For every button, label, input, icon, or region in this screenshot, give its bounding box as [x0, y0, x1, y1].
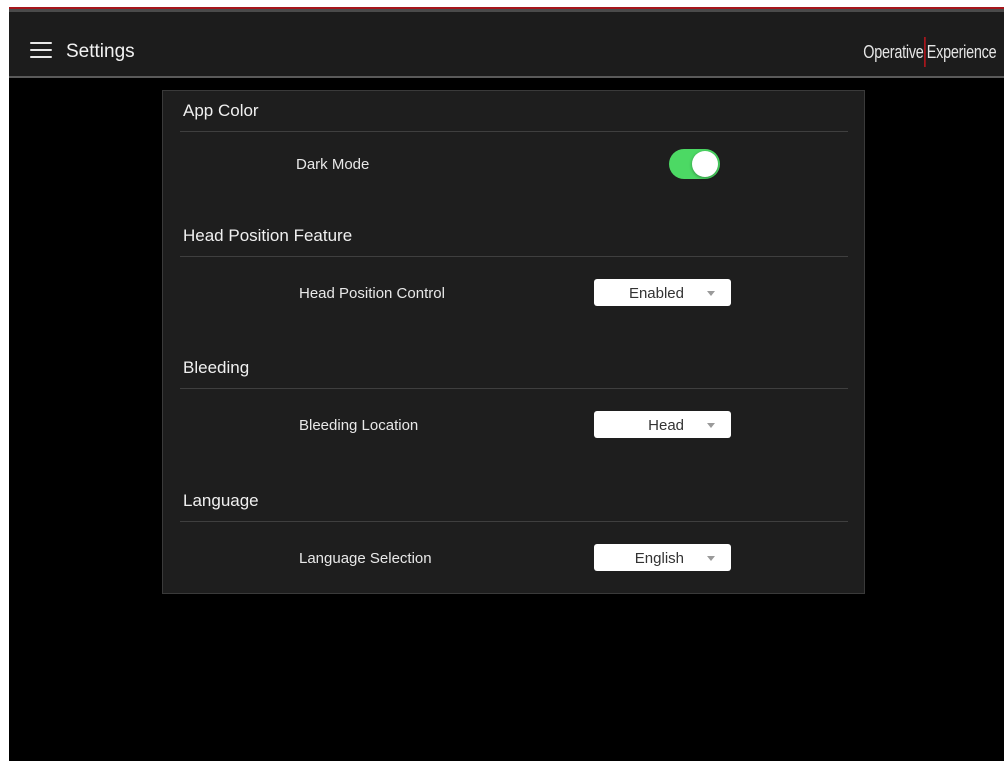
- section-title-app-color: App Color: [183, 101, 259, 120]
- section-divider: [180, 131, 848, 132]
- select-value: Enabled: [628, 285, 684, 302]
- logo-text-right: Experience: [926, 41, 996, 62]
- hamburger-menu-icon[interactable]: [30, 42, 52, 58]
- select-value: English: [634, 550, 684, 567]
- bleeding-location-label: Bleeding Location: [299, 417, 419, 434]
- language-selection-select[interactable]: English: [594, 544, 731, 571]
- chevron-down-icon: [707, 556, 715, 561]
- chevron-down-icon: [707, 291, 715, 296]
- logo-divider: [923, 37, 926, 67]
- section-title-head-position: Head Position Feature: [183, 226, 353, 245]
- dark-mode-toggle[interactable]: [669, 149, 720, 179]
- page-title: Settings: [66, 41, 135, 62]
- section-divider: [180, 521, 848, 522]
- app-header: Settings Operative Experience: [9, 12, 1004, 78]
- app-window: Settings Operative Experience App Color D…: [9, 7, 1004, 761]
- brand-logo: Operative Experience: [862, 37, 996, 68]
- section-divider: [180, 256, 848, 257]
- logo-text-left: Operative: [862, 41, 924, 62]
- section-title-language: Language: [183, 491, 259, 510]
- head-position-control-select[interactable]: Enabled: [594, 279, 731, 306]
- head-position-control-label: Head Position Control: [299, 285, 445, 302]
- section-divider: [180, 388, 848, 389]
- language-selection-label: Language Selection: [299, 550, 432, 567]
- dark-mode-label: Dark Mode: [296, 156, 370, 173]
- settings-panel: App Color Dark Mode Head Position Featur…: [162, 90, 865, 594]
- select-value: Head: [648, 417, 684, 434]
- bleeding-location-select[interactable]: Head: [594, 411, 731, 438]
- toggle-knob: [692, 151, 718, 177]
- chevron-down-icon: [707, 423, 715, 428]
- section-title-bleeding: Bleeding: [183, 358, 250, 377]
